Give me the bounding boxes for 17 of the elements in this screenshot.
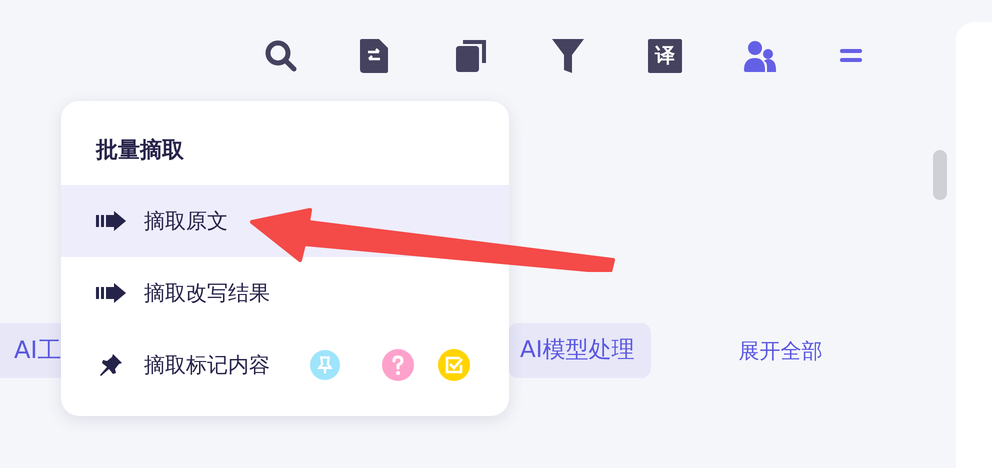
- extract-icon: [96, 211, 126, 231]
- menu-title: 批量摘取: [94, 137, 185, 165]
- menu-icon: [840, 49, 862, 63]
- filter-icon: [552, 39, 584, 73]
- extract-icon: [96, 283, 126, 303]
- translate-button[interactable]: 译: [648, 36, 744, 76]
- question-marker-icon: [382, 349, 414, 381]
- category-tag[interactable]: AI模型处理: [508, 323, 651, 378]
- document-swap-icon: [360, 39, 388, 73]
- check-marker-icon: [438, 349, 470, 381]
- copy-icon: [456, 40, 486, 72]
- translate-label: 译: [648, 39, 682, 73]
- scrollbar-thumb[interactable]: [933, 150, 947, 200]
- expand-all-link[interactable]: 展开全部: [738, 336, 823, 364]
- people-icon: [744, 40, 776, 72]
- search-icon: [264, 39, 298, 73]
- pin-marker-icon: [310, 349, 340, 381]
